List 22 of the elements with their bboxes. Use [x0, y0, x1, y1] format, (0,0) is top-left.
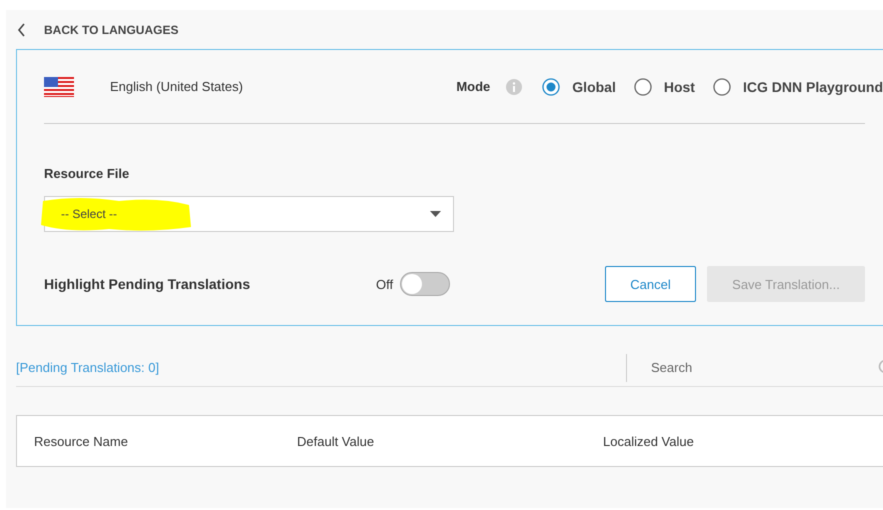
- radio-label[interactable]: Global: [572, 78, 616, 94]
- language-name: English (United States): [110, 79, 244, 94]
- column-header: Default Value: [297, 434, 376, 448]
- cancel-button[interactable]: Cancel: [605, 266, 696, 302]
- column-header: Localized Value: [603, 434, 694, 448]
- resource-file-label: Resource File: [44, 166, 130, 181]
- column-header: Resource Name: [34, 434, 129, 448]
- radio-button[interactable]: [634, 78, 652, 96]
- back-icon[interactable]: [17, 22, 26, 36]
- caret-icon: [430, 211, 441, 217]
- flag-icon: [44, 76, 74, 96]
- back-link[interactable]: BACK TO LANGUAGES: [44, 22, 178, 36]
- radio-button[interactable]: [542, 78, 560, 96]
- radio-button[interactable]: [712, 78, 731, 96]
- search-field[interactable]: Search: [649, 359, 878, 376]
- toggle-state-text: Off: [376, 276, 394, 292]
- radio-label[interactable]: ICG DNN Playground: [742, 78, 883, 94]
- mode-label: Mode: [456, 79, 490, 94]
- radio-label[interactable]: Host: [664, 78, 695, 94]
- resource-file-dropdown[interactable]: -- Select --: [44, 196, 454, 232]
- highlight-toggle[interactable]: [400, 272, 450, 296]
- highlight-label: Highlight Pending Translations: [44, 276, 252, 292]
